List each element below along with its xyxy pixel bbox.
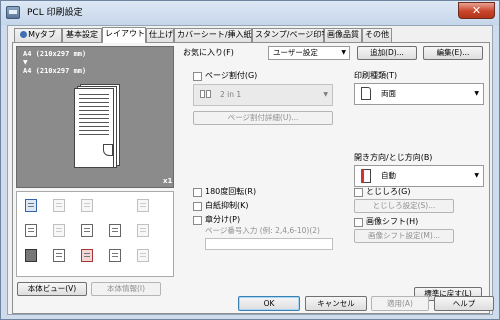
print-settings-window: PCL 印刷設定 ✕ Myタブ 基本設定 レイアウト 仕上げ カバーシート/挿入… <box>0 0 500 320</box>
image-shift-checkbox[interactable] <box>354 218 363 227</box>
account-track-icon[interactable] <box>79 247 95 263</box>
preview-original-size: A4 (210x297 mm) <box>23 50 87 58</box>
chevron-down-icon: ▼ <box>474 172 479 179</box>
preview-copies: x1 <box>163 177 173 185</box>
tab-image-quality[interactable]: 画像品質 <box>324 28 362 42</box>
preview-output-size: A4 (210x297 mm) <box>23 67 87 75</box>
binding-margin-settings-button[interactable]: とじしろ設定(S)... <box>354 199 454 213</box>
combination-checkbox[interactable] <box>193 72 202 81</box>
image-shift-label: 画像シフト(H) <box>366 217 419 226</box>
tab-layout[interactable]: レイアウト <box>102 27 146 43</box>
binding-value: 自動 <box>381 171 396 180</box>
print-type-select[interactable]: 両面 ▼ <box>354 83 484 105</box>
favorites-label: お気に入り(F) <box>183 48 234 57</box>
function-icon-grid <box>16 191 174 277</box>
print-type-value: 両面 <box>381 89 396 98</box>
rotate180-label: 180度回転(R) <box>205 187 257 196</box>
chevron-down-icon: ▼ <box>341 49 346 56</box>
binding-label: 開き方向/とじ方向(B) <box>354 153 433 162</box>
apply-button[interactable]: 適用(A) <box>371 296 429 311</box>
copy-security-icon[interactable] <box>107 247 123 263</box>
user-auth-icon[interactable] <box>51 247 67 263</box>
help-button[interactable]: ヘルプ <box>434 296 494 311</box>
combination-details-button[interactable]: ページ割付詳細(U)... <box>193 111 333 125</box>
favorites-value: ユーザー設定 <box>273 48 318 57</box>
binding-margin-label: とじしろ(G) <box>366 187 411 196</box>
layout-panel: A4 (210x297 mm) ▼ A4 (210x297 mm) x1 本体ビ… <box>12 42 490 314</box>
page-preview: A4 (210x297 mm) ▼ A4 (210x297 mm) x1 <box>16 46 174 188</box>
chapter-label: 章分け(P) <box>205 215 241 224</box>
preview-arrow-icon: ▼ <box>23 59 28 66</box>
binding-select[interactable]: 自動 ▼ <box>354 165 484 187</box>
favorites-add-button[interactable]: 追加(D)... <box>357 46 417 60</box>
overlay-icon[interactable] <box>135 222 151 238</box>
tab-strip: Myタブ 基本設定 レイアウト 仕上げ カバーシート/挿入紙 スタンプ/ページ印… <box>12 27 492 43</box>
combination-select[interactable]: 2 in 1 ▼ <box>193 84 333 106</box>
close-button[interactable]: ✕ <box>458 2 495 19</box>
combination-icon[interactable] <box>23 197 39 213</box>
rotate180-checkbox[interactable] <box>193 188 202 197</box>
combination-label: ページ割付(G) <box>205 71 258 80</box>
preview-page-image <box>74 84 122 169</box>
combination-value: 2 in 1 <box>220 90 242 99</box>
booklet-icon[interactable] <box>51 222 67 238</box>
cancel-button[interactable]: キャンセル <box>305 296 367 311</box>
box-save-icon[interactable] <box>23 247 39 263</box>
skip-blank-label: 白紙抑制(K) <box>205 201 249 210</box>
tab-basic[interactable]: 基本設定 <box>62 28 102 42</box>
tab-my-tab-label: Myタブ <box>28 30 56 39</box>
printer-icon <box>6 6 20 19</box>
favorites-edit-button[interactable]: 編集(E)... <box>423 46 483 60</box>
user-icon <box>20 31 28 38</box>
printer-info-button[interactable]: 本体情報(I) <box>91 282 161 296</box>
binding-margin-checkbox[interactable] <box>354 188 363 197</box>
chapter-checkbox[interactable] <box>193 216 202 225</box>
window-title: PCL 印刷設定 <box>27 8 83 18</box>
tab-cover-sheet[interactable]: カバーシート/挿入紙 <box>174 28 252 42</box>
chevron-down-icon: ▼ <box>323 91 328 98</box>
duplex-icon[interactable] <box>23 222 39 238</box>
tab-finishing[interactable]: 仕上げ <box>146 28 174 42</box>
favorites-select[interactable]: ユーザー設定 ▼ <box>268 46 350 60</box>
two-in-one-icon <box>200 88 212 102</box>
chapter-hint: ページ番号入力 (例: 2,4,6-10)(2) <box>205 226 320 235</box>
dialog-client-area: Myタブ 基本設定 レイアウト 仕上げ カバーシート/挿入紙 スタンプ/ページ印… <box>7 25 493 315</box>
title-bar: PCL 印刷設定 ✕ <box>1 1 499 25</box>
duplex-page-icon <box>361 87 373 101</box>
staple-icon[interactable] <box>51 197 67 213</box>
tab-my-tab[interactable]: Myタブ <box>14 28 62 42</box>
paper-tray-icon[interactable] <box>135 247 151 263</box>
print-type-label: 印刷種類(T) <box>354 71 398 80</box>
chevron-down-icon: ▼ <box>474 90 479 97</box>
image-shift-settings-button[interactable]: 画像シフト設定(M)... <box>354 229 454 243</box>
tab-other[interactable]: その他 <box>362 28 392 42</box>
tab-stamp[interactable]: スタンプ/ページ印字 <box>252 28 329 42</box>
ok-button[interactable]: OK <box>238 296 300 311</box>
binding-direction-icon <box>361 169 373 183</box>
skip-blank-checkbox[interactable] <box>193 202 202 211</box>
watermark-icon[interactable] <box>107 222 123 238</box>
fold-icon[interactable] <box>135 197 151 213</box>
text-stamp-icon[interactable] <box>79 222 95 238</box>
printer-view-button[interactable]: 本体ビュー(V) <box>17 282 87 296</box>
chapter-pages-input[interactable] <box>205 238 333 250</box>
punch-icon[interactable] <box>79 197 95 213</box>
